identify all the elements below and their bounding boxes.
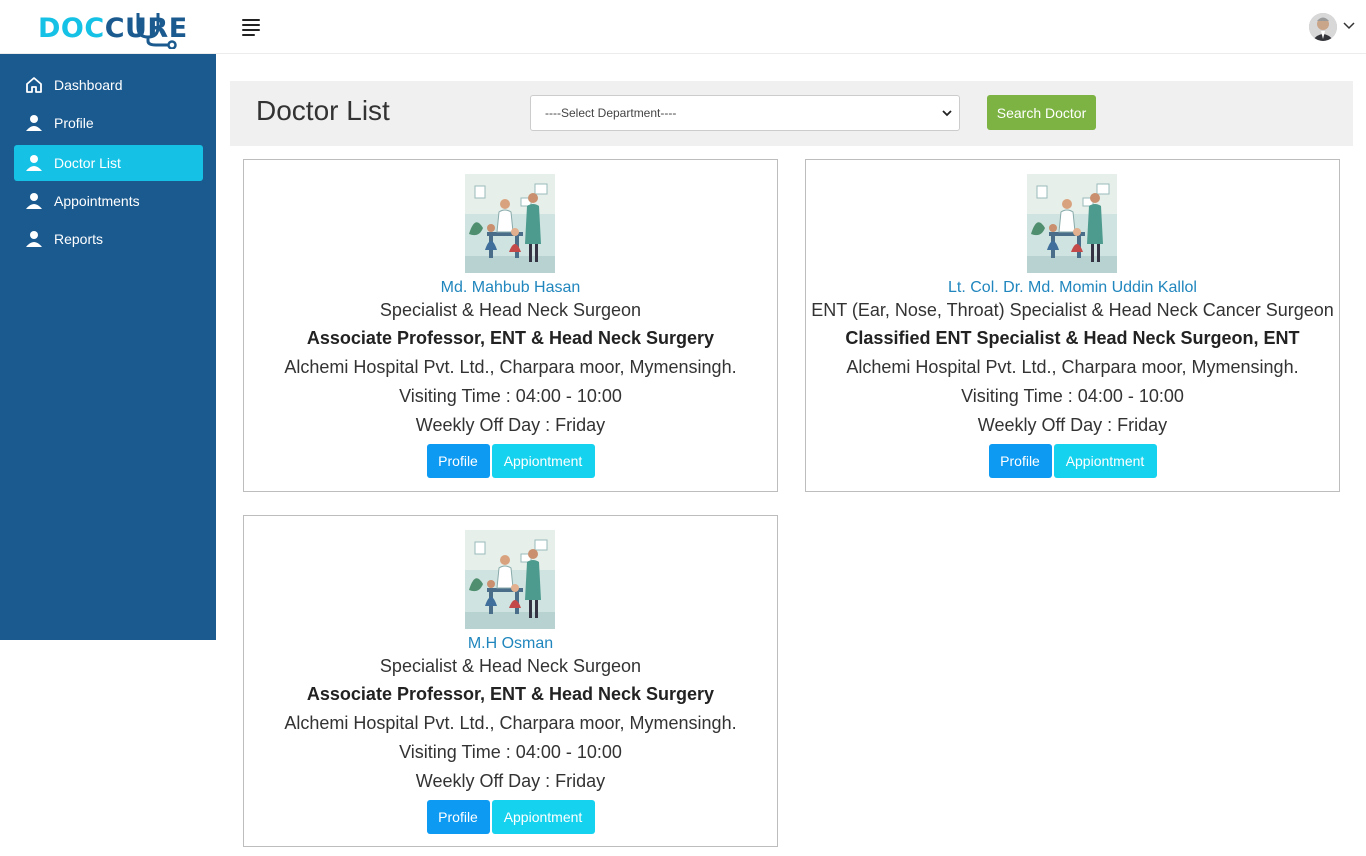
doctor-specialty: Specialist & Head Neck Surgeon	[379, 300, 642, 320]
doctor-name[interactable]: Md. Mahbub Hasan	[244, 279, 777, 297]
profile-button[interactable]: Profile	[426, 800, 490, 834]
doctor-designation: Associate Professor, ENT & Head Neck Sur…	[306, 328, 715, 348]
doctor-off-day: Weekly Off Day : Friday	[977, 415, 1168, 435]
user-avatar[interactable]	[1309, 13, 1337, 41]
avatar-image	[1309, 13, 1337, 41]
department-select-value: ----Select Department----	[545, 106, 677, 120]
doctor-hospital: Alchemi Hospital Pvt. Ltd., Charpara moo…	[846, 357, 1299, 377]
doctor-card: M.H Osman Specialist & Head Neck Surgeon A…	[243, 515, 778, 847]
stethoscope-icon	[136, 13, 177, 49]
appointment-button[interactable]: Appiontment	[1053, 444, 1157, 478]
home-icon	[14, 76, 54, 94]
page-header: Doctor List ----Select Department---- Se…	[230, 81, 1353, 146]
doctor-specialty: ENT (Ear, Nose, Throat) Specialist & Hea…	[811, 300, 1334, 320]
doctor-visiting-time: Visiting Time : 04:00 - 10:00	[399, 386, 622, 406]
doccure-logo[interactable]: DOCCURE	[38, 9, 188, 49]
appointment-button[interactable]: Appiontment	[491, 800, 595, 834]
doctor-photo	[465, 174, 555, 273]
user-icon	[14, 154, 54, 172]
sidebar-item-label: Reports	[54, 231, 104, 247]
doctor-actions: Profile Appiontment	[806, 444, 1339, 478]
sidebar-item-profile[interactable]: Profile	[14, 105, 203, 141]
doctor-off-day: Weekly Off Day : Friday	[415, 415, 606, 435]
sidebar-item-appointments[interactable]: Appointments	[14, 183, 203, 219]
doctor-designation: Classified ENT Specialist & Head Neck Su…	[845, 328, 1300, 348]
doctor-actions: Profile Appiontment	[244, 444, 777, 478]
doctor-actions: Profile Appiontment	[244, 800, 777, 834]
doctor-photo	[465, 530, 555, 629]
doctor-card: Lt. Col. Dr. Md. Momin Uddin Kallol ENT (…	[805, 159, 1340, 492]
sidebar-item-label: Dashboard	[54, 77, 123, 93]
hamburger-menu-icon[interactable]	[242, 18, 264, 36]
appointment-button[interactable]: Appiontment	[491, 444, 595, 478]
sidebar-item-dashboard[interactable]: Dashboard	[14, 67, 203, 103]
doctor-photo	[1027, 174, 1117, 273]
doctor-name[interactable]: M.H Osman	[244, 635, 777, 653]
chevron-down-icon	[942, 110, 952, 117]
doctor-hospital: Alchemi Hospital Pvt. Ltd., Charpara moo…	[284, 357, 737, 377]
profile-button[interactable]: Profile	[426, 444, 490, 478]
doctor-card: Md. Mahbub Hasan Specialist & Head Neck S…	[243, 159, 778, 492]
sidebar-item-doctor-list[interactable]: Doctor List	[14, 145, 203, 181]
doctor-designation: Associate Professor, ENT & Head Neck Sur…	[306, 684, 715, 704]
page-title: Doctor List	[256, 95, 390, 126]
user-icon	[14, 230, 54, 248]
doctor-visiting-time: Visiting Time : 04:00 - 10:00	[961, 386, 1184, 406]
sidebar-item-reports[interactable]: Reports	[14, 221, 203, 257]
chevron-down-icon[interactable]	[1342, 18, 1356, 32]
search-doctor-button[interactable]: Search Doctor	[987, 95, 1096, 130]
sidebar-item-label: Profile	[54, 115, 94, 131]
user-icon	[14, 192, 54, 210]
doctor-visiting-time: Visiting Time : 04:00 - 10:00	[399, 742, 622, 762]
sidebar-item-label: Doctor List	[54, 155, 121, 171]
profile-button[interactable]: Profile	[988, 444, 1052, 478]
doctor-specialty: Specialist & Head Neck Surgeon	[379, 656, 642, 676]
top-header: DOCCURE	[0, 0, 1366, 54]
user-icon	[14, 114, 54, 132]
doctor-name[interactable]: Lt. Col. Dr. Md. Momin Uddin Kallol	[806, 279, 1339, 297]
department-select[interactable]: ----Select Department----	[530, 95, 960, 131]
doctor-hospital: Alchemi Hospital Pvt. Ltd., Charpara moo…	[284, 713, 737, 733]
sidebar-item-label: Appointments	[54, 193, 140, 209]
doctor-off-day: Weekly Off Day : Friday	[415, 771, 606, 791]
sidebar: Dashboard Profile Doctor List Appointmen…	[0, 54, 216, 640]
